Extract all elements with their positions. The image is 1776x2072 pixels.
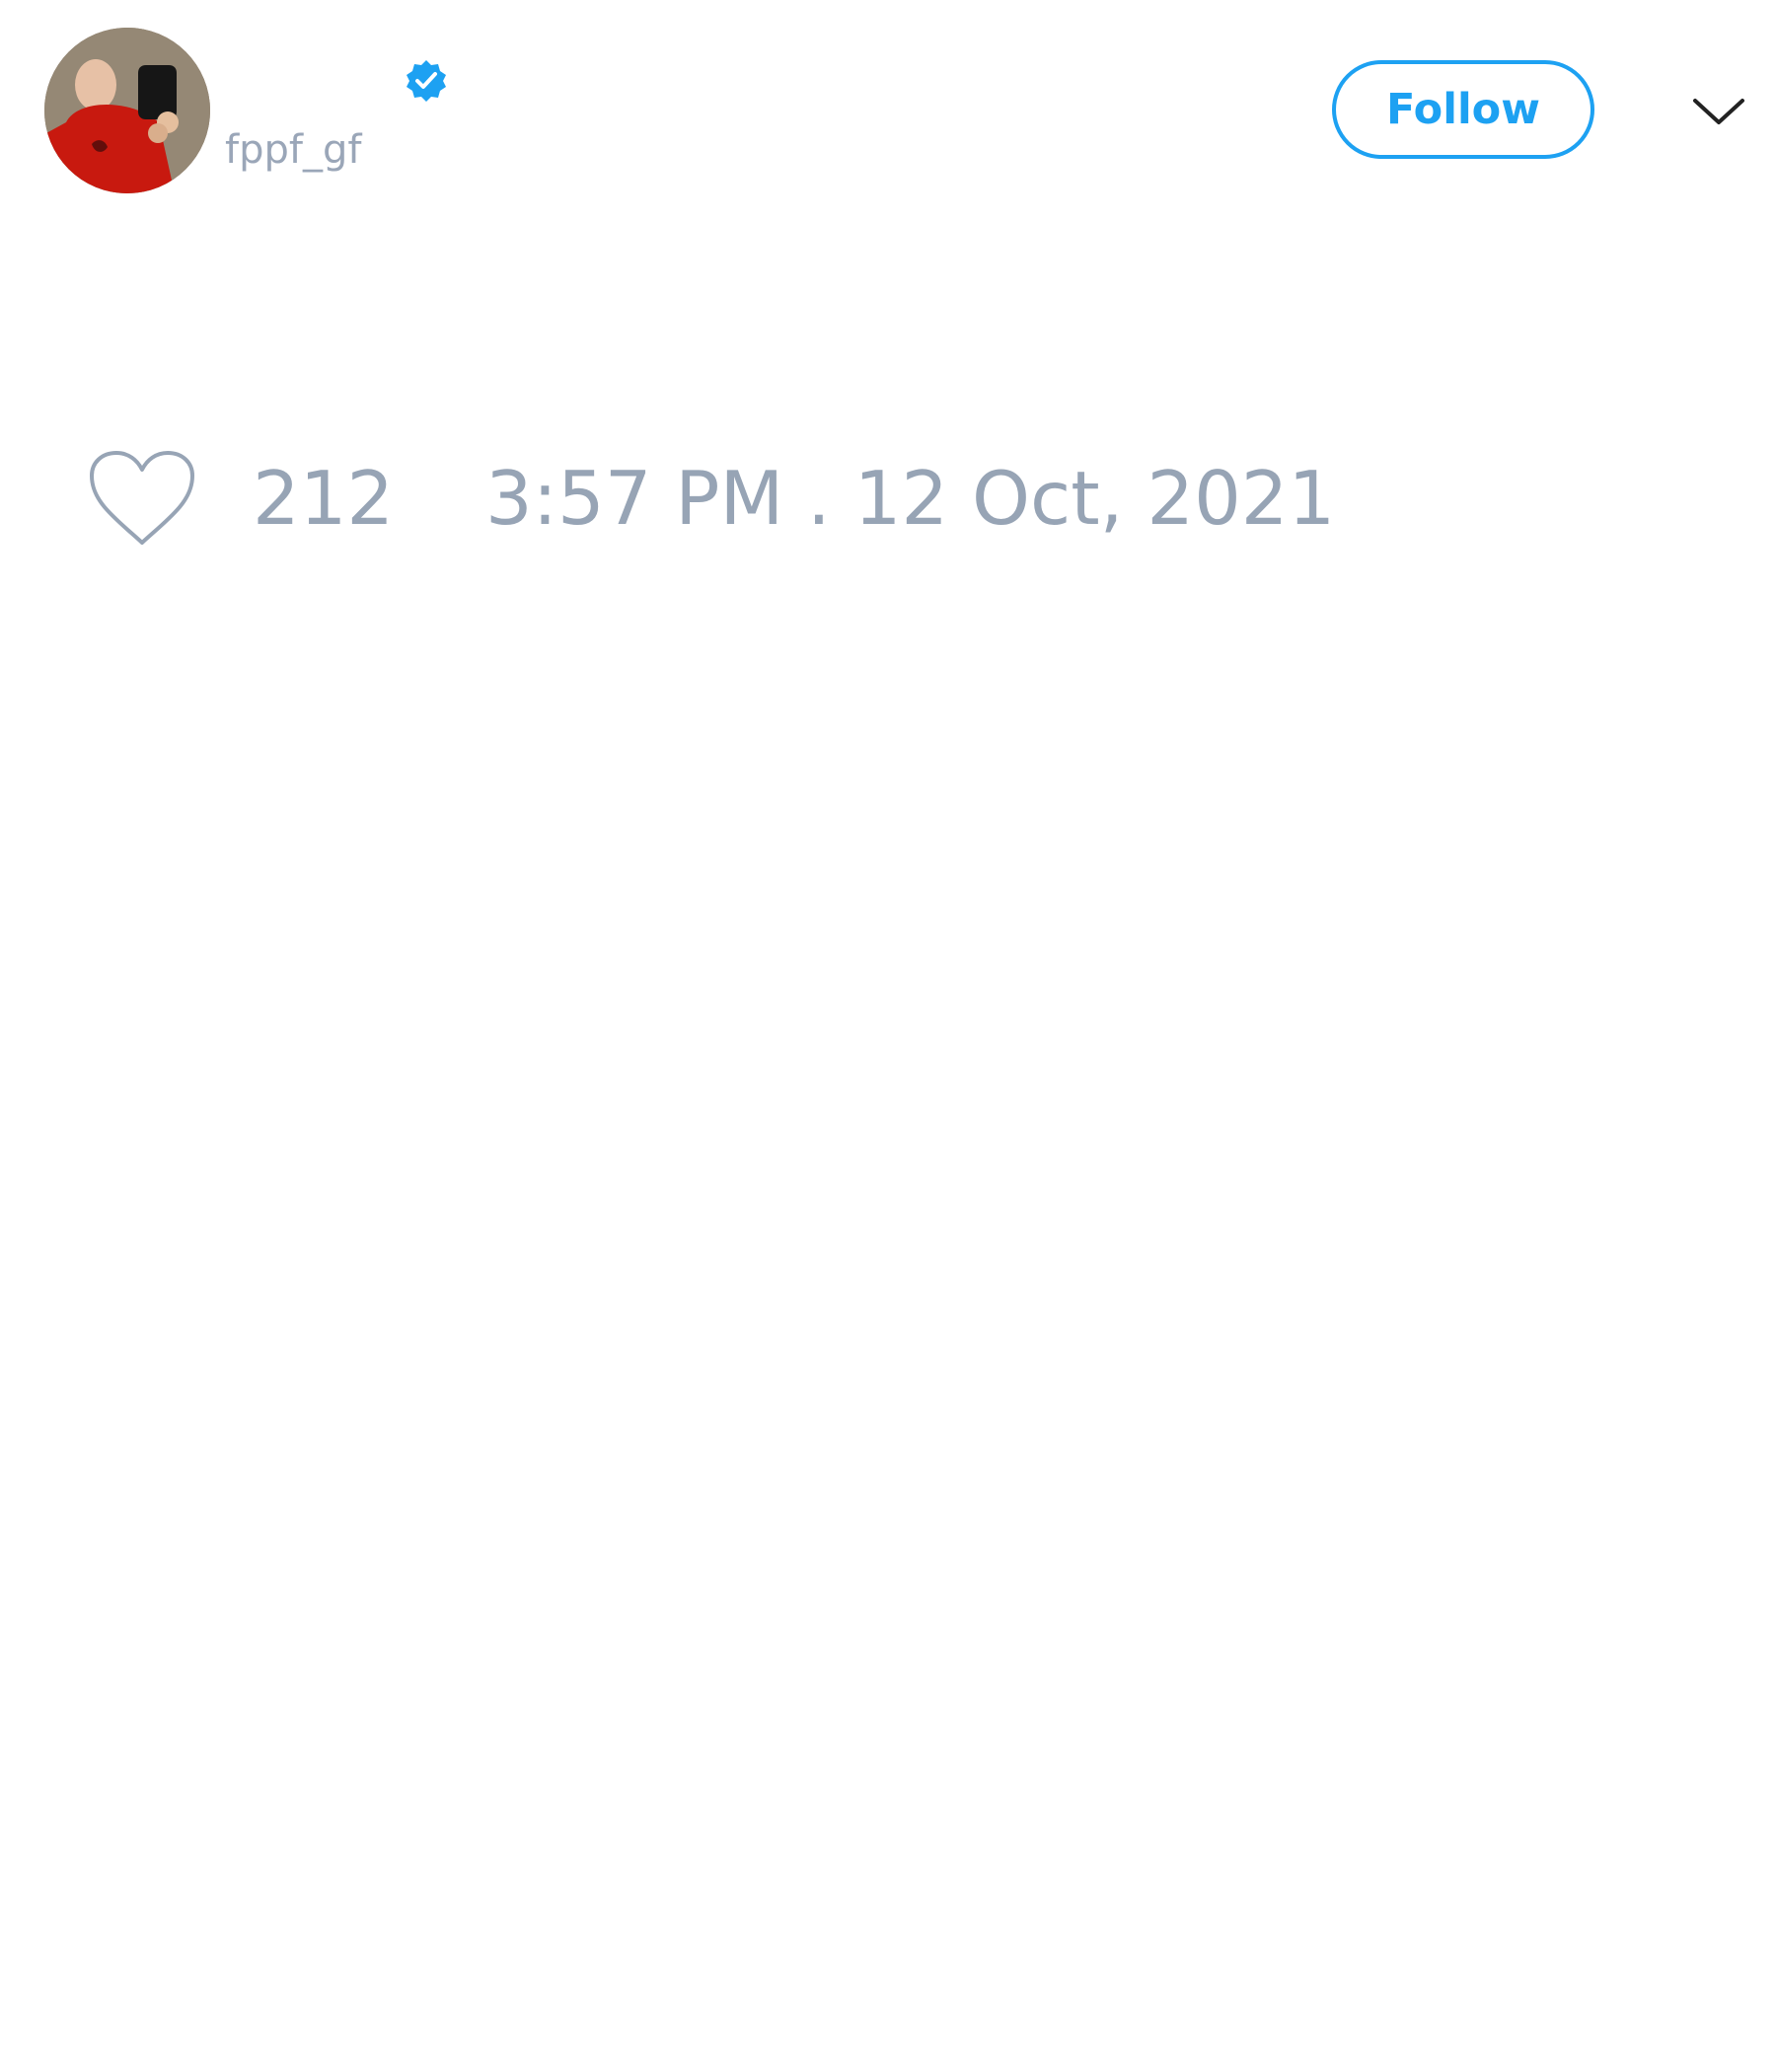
- verified-badge-icon: [403, 57, 450, 105]
- avatar[interactable]: [44, 28, 210, 193]
- tweet-footer: 212 3:57 PM . 12 Oct, 2021: [0, 424, 1776, 572]
- chevron-down-icon: [1693, 99, 1744, 124]
- follow-button[interactable]: Follow: [1332, 60, 1594, 159]
- author-handle[interactable]: fppf_gf: [225, 126, 361, 174]
- heart-outline-icon: [90, 451, 194, 545]
- like-count: 212: [253, 455, 395, 542]
- avatar-photo: [44, 28, 210, 193]
- like-button[interactable]: [87, 448, 197, 551]
- tweet-timestamp[interactable]: 3:57 PM . 12 Oct, 2021: [485, 454, 1335, 543]
- tweet-header: fppf_gf Follow: [0, 0, 1776, 217]
- more-options-button[interactable]: [1689, 87, 1748, 134]
